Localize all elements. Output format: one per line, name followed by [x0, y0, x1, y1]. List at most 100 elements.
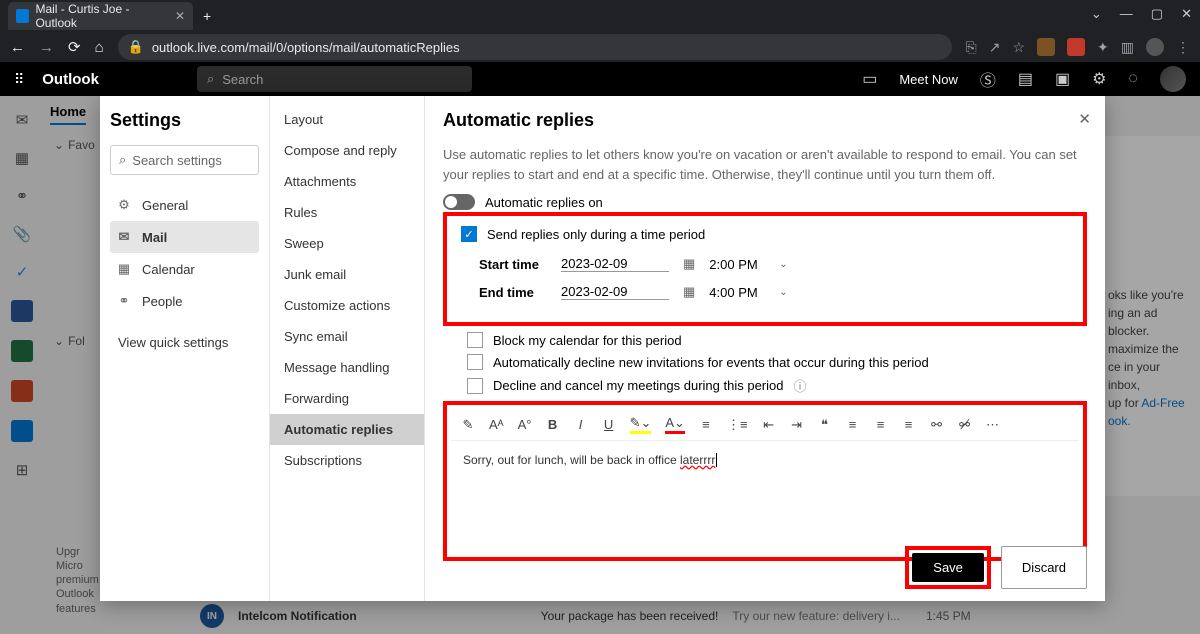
decline-new-checkbox[interactable]	[467, 354, 483, 370]
home-button[interactable]: ⌂	[95, 39, 104, 56]
unlink-icon[interactable]: ⚯̸	[958, 417, 972, 433]
font-color-icon[interactable]: A⌄	[665, 415, 685, 434]
search-settings-input[interactable]: ⌕ Search settings	[110, 145, 259, 175]
window-close-icon[interactable]: ✕	[1181, 6, 1192, 22]
abp-extension-icon[interactable]	[1067, 38, 1085, 56]
mid-sweep[interactable]: Sweep	[270, 228, 424, 259]
misspelled-word: laterrrr	[680, 453, 715, 467]
start-time-input[interactable]: 2:00 PM	[709, 257, 765, 272]
reload-button[interactable]: ⟳	[68, 38, 81, 56]
search-input[interactable]: ⌕ Search	[197, 66, 472, 92]
mid-automatic-replies[interactable]: Automatic replies	[270, 414, 424, 445]
close-dialog-button[interactable]: ✕	[1078, 110, 1091, 128]
quote-icon[interactable]: ❝	[818, 417, 832, 433]
end-date-input[interactable]: 2023-02-09	[561, 284, 669, 300]
extension-icon[interactable]	[1037, 38, 1055, 56]
more-options-icon[interactable]: ⋯	[986, 417, 1000, 433]
block-calendar-checkbox[interactable]	[467, 332, 483, 348]
indent-icon[interactable]: ⇥	[790, 417, 804, 433]
mid-compose[interactable]: Compose and reply	[270, 135, 424, 166]
mail-icon: ✉	[116, 229, 132, 245]
info-icon[interactable]: ⓘ	[794, 376, 807, 395]
calendar-icon: ▦	[116, 261, 132, 277]
highlighter-icon[interactable]: ✎	[461, 417, 475, 433]
bold-icon[interactable]: B	[546, 417, 560, 432]
mid-attachments[interactable]: Attachments	[270, 166, 424, 197]
gear-icon: ⚙	[116, 197, 132, 213]
highlight-color-icon[interactable]: ✎⌄	[630, 415, 652, 434]
calendar-icon[interactable]: ▦	[683, 284, 695, 300]
back-button[interactable]: ←	[10, 39, 25, 56]
skype-icon[interactable]: Ⓢ	[980, 67, 996, 91]
sidepanel-icon[interactable]: ▥	[1121, 39, 1134, 56]
window-minimize-icon[interactable]: —	[1120, 6, 1133, 22]
toggle-label: Automatic replies on	[485, 195, 603, 210]
mid-rules[interactable]: Rules	[270, 197, 424, 228]
nav-mail[interactable]: ✉Mail	[110, 221, 259, 253]
share-icon[interactable]: ↗	[989, 39, 1001, 56]
url-input[interactable]: 🔒 outlook.live.com/mail/0/options/mail/a…	[118, 34, 952, 60]
auto-replies-toggle[interactable]	[443, 194, 475, 210]
mid-subscriptions[interactable]: Subscriptions	[270, 445, 424, 476]
meet-cam-icon[interactable]: ▭	[862, 69, 877, 89]
mid-forwarding[interactable]: Forwarding	[270, 383, 424, 414]
install-app-icon[interactable]: ⎘	[966, 39, 977, 56]
numbering-icon[interactable]: ⋮≡	[727, 417, 748, 433]
search-icon: ⌕	[207, 71, 214, 87]
chevron-down-icon[interactable]: ⌄	[779, 287, 787, 298]
extensions-icon[interactable]: ✦	[1097, 39, 1109, 56]
font-icon[interactable]: Aᴬ	[489, 417, 504, 432]
reply-editor[interactable]: Sorry, out for lunch, will be back in of…	[451, 441, 1079, 479]
start-time-label: Start time	[479, 257, 547, 272]
url-text: outlook.live.com/mail/0/options/mail/aut…	[152, 40, 460, 55]
align-right-icon[interactable]: ≡	[902, 417, 916, 432]
app-launcher-icon[interactable]: ⠿	[14, 71, 24, 88]
teams-icon[interactable]: ▤	[1018, 69, 1033, 89]
close-tab-icon[interactable]: ✕	[175, 9, 185, 23]
bullets-icon[interactable]: ≡	[699, 417, 713, 432]
chevron-down-icon[interactable]: ⌄	[779, 259, 787, 270]
nav-calendar[interactable]: ▦Calendar	[110, 253, 259, 285]
start-date-input[interactable]: 2023-02-09	[561, 256, 669, 272]
more-icon[interactable]: ⋮	[1176, 39, 1190, 56]
mid-customize[interactable]: Customize actions	[270, 290, 424, 321]
highlight-box-save: Save	[905, 546, 991, 589]
underline-icon[interactable]: U	[602, 417, 616, 432]
lock-icon: 🔒	[128, 39, 144, 55]
window-chevron-icon[interactable]: ⌄	[1091, 6, 1102, 22]
font-size-icon[interactable]: A°	[518, 417, 532, 432]
view-quick-settings[interactable]: View quick settings	[110, 335, 259, 350]
italic-icon[interactable]: I	[574, 417, 588, 432]
align-center-icon[interactable]: ≡	[874, 417, 888, 432]
outdent-icon[interactable]: ⇤	[762, 417, 776, 433]
link-icon[interactable]: ⚯	[930, 417, 944, 433]
discard-button[interactable]: Discard	[1001, 546, 1087, 589]
meet-now-link[interactable]: Meet Now	[899, 72, 958, 87]
nav-people[interactable]: ⚭People	[110, 285, 259, 317]
profile-avatar-icon[interactable]	[1146, 38, 1164, 56]
main-title: Automatic replies	[443, 110, 1087, 131]
notifications-icon[interactable]: ▣	[1055, 69, 1070, 89]
calendar-icon[interactable]: ▦	[683, 256, 695, 272]
user-avatar[interactable]	[1160, 66, 1186, 92]
align-left-icon[interactable]: ≡	[846, 417, 860, 432]
time-period-checkbox[interactable]: ✓	[461, 226, 477, 242]
outlook-brand: Outlook	[42, 71, 99, 88]
settings-gear-icon[interactable]: ⚙	[1092, 69, 1106, 89]
end-time-input[interactable]: 4:00 PM	[709, 285, 765, 300]
browser-tab[interactable]: Mail - Curtis Joe - Outlook ✕	[8, 2, 193, 30]
window-maximize-icon[interactable]: ▢	[1151, 6, 1163, 22]
editor-toolbar: ✎ Aᴬ A° B I U ✎⌄ A⌄ ≡ ⋮≡ ⇤ ⇥ ❝ ≡ ≡ ≡ ⚯ ⚯…	[451, 409, 1079, 441]
mid-layout[interactable]: Layout	[270, 104, 424, 135]
mid-junk[interactable]: Junk email	[270, 259, 424, 290]
tips-icon[interactable]: ◌	[1128, 70, 1138, 88]
highlight-box-editor: ✎ Aᴬ A° B I U ✎⌄ A⌄ ≡ ⋮≡ ⇤ ⇥ ❝ ≡ ≡ ≡ ⚯ ⚯…	[443, 401, 1087, 561]
nav-general[interactable]: ⚙General	[110, 189, 259, 221]
tab-title: Mail - Curtis Joe - Outlook	[35, 2, 168, 30]
decline-cancel-checkbox[interactable]	[467, 378, 483, 394]
new-tab-button[interactable]: +	[203, 8, 211, 24]
bookmark-icon[interactable]: ☆	[1012, 39, 1025, 56]
save-button[interactable]: Save	[912, 553, 984, 582]
mid-sync[interactable]: Sync email	[270, 321, 424, 352]
mid-handling[interactable]: Message handling	[270, 352, 424, 383]
